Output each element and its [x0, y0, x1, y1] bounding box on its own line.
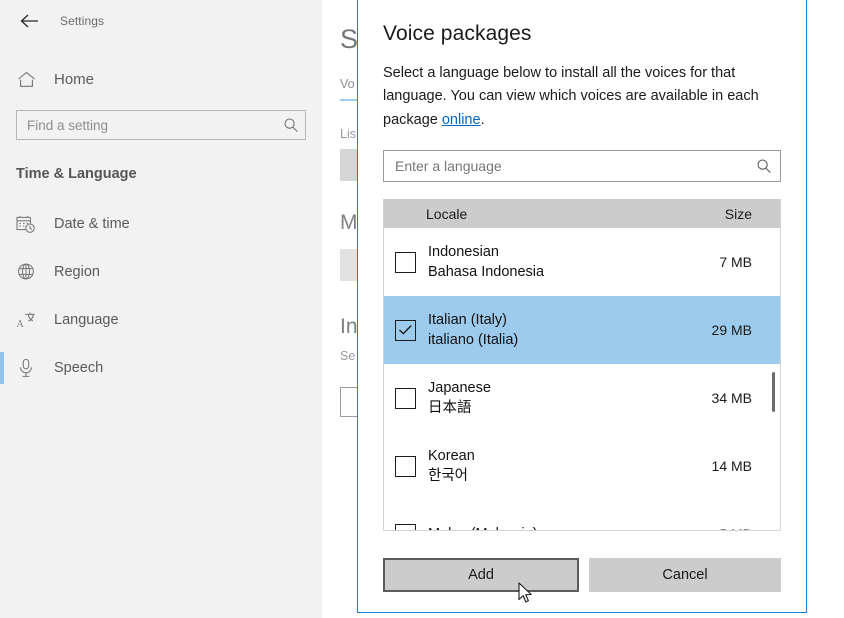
row-labels: Malay (Malaysia) [428, 525, 538, 531]
row-checkbox[interactable] [395, 455, 416, 477]
locale-rows: Indonesian Bahasa Indonesia 7 MB Italian… [384, 228, 780, 531]
column-header-size: Size [724, 205, 752, 222]
row-language-english: Korean [428, 448, 475, 465]
search-input[interactable] [27, 117, 283, 133]
row-checkbox[interactable] [395, 319, 416, 341]
sidebar-item-date-time-label: Date & time [54, 216, 130, 232]
dialog-description-text: Select a language below to install all t… [383, 65, 759, 128]
back-arrow-icon[interactable] [12, 6, 46, 36]
dialog-description: Select a language below to install all t… [383, 62, 781, 132]
row-language-native: Bahasa Indonesia [428, 263, 545, 280]
row-labels: Korean 한국어 [428, 447, 475, 486]
search-icon[interactable] [283, 117, 299, 133]
sidebar-item-language[interactable]: A Language [0, 296, 322, 344]
sidebar-item-region-label: Region [54, 264, 100, 280]
sidebar: Settings Home Find a setting Time & Lang… [0, 0, 322, 618]
row-labels: Japanese 日本語 [428, 379, 491, 418]
dialog-description-period: . [480, 111, 485, 128]
row-language-native: 日本語 [428, 399, 472, 416]
sidebar-item-speech[interactable]: Speech [0, 344, 322, 392]
add-button[interactable]: Add [383, 558, 579, 592]
title-bar: Settings [0, 0, 322, 42]
row-language-native: 한국어 [428, 467, 469, 484]
online-link[interactable]: online [442, 112, 481, 128]
table-row[interactable]: Indonesian Bahasa Indonesia 7 MB [384, 228, 780, 297]
settings-search-box[interactable] [16, 110, 306, 140]
cancel-button[interactable]: Cancel [589, 558, 781, 592]
language-icon: A [16, 310, 36, 330]
row-size: 7 MB [719, 254, 752, 271]
language-search-box[interactable] [383, 150, 781, 183]
table-row[interactable]: Japanese 日本語 34 MB [384, 364, 780, 433]
voice-packages-dialog: Voice packages Select a language below t… [357, 0, 807, 613]
screen: Settings Home Find a setting Time & Lang… [0, 0, 844, 618]
row-size: 34 MB [711, 390, 752, 407]
row-checkbox[interactable] [395, 523, 416, 531]
app-title: Settings [60, 14, 105, 28]
row-language-english: Malay (Malaysia) [428, 525, 538, 531]
calendar-clock-icon [16, 214, 36, 234]
locale-list-header: Locale Size [384, 199, 780, 229]
dialog-title: Voice packages [383, 22, 532, 45]
row-labels: Italian (Italy) italiano (Italia) [428, 311, 518, 350]
table-row[interactable]: Italian (Italy) italiano (Italia) 29 MB [384, 296, 780, 365]
table-row[interactable]: Malay (Malaysia) 5 MB [384, 500, 780, 531]
language-search-input[interactable] [395, 158, 756, 175]
sidebar-item-region[interactable]: Region [0, 248, 322, 296]
column-header-locale: Locale [426, 205, 468, 222]
row-language-english: Italian (Italy) [428, 312, 507, 329]
sidebar-item-language-label: Language [54, 312, 119, 328]
table-row[interactable]: Korean 한국어 14 MB [384, 432, 780, 501]
locale-list: Locale Size Indonesian Bahasa Indonesia … [383, 199, 781, 532]
search-icon[interactable] [756, 158, 772, 174]
sidebar-item-home-label: Home [54, 70, 95, 88]
sidebar-section-header: Time & Language [16, 166, 137, 182]
globe-icon [16, 262, 36, 282]
microphone-icon [16, 358, 36, 378]
row-labels: Indonesian Bahasa Indonesia [428, 243, 544, 282]
home-icon [16, 69, 36, 89]
row-language-english: Japanese [428, 380, 491, 397]
row-language-native: italiano (Italia) [428, 331, 519, 348]
row-size: 14 MB [711, 458, 752, 475]
row-checkbox[interactable] [395, 251, 416, 273]
sidebar-item-speech-label: Speech [54, 360, 104, 376]
list-scrollbar-thumb[interactable] [772, 372, 775, 413]
row-size: 29 MB [711, 322, 752, 339]
row-checkbox[interactable] [395, 387, 416, 409]
dialog-body: Voice packages Select a language below t… [358, 0, 806, 544]
svg-text:A: A [17, 319, 25, 330]
row-size: 5 MB [719, 526, 780, 530]
row-language-english: Indonesian [428, 244, 499, 261]
dialog-footer: Add Cancel [358, 558, 806, 592]
sidebar-item-home[interactable]: Home [0, 60, 322, 98]
sidebar-nav-list: Date & time Region A Language Speech [0, 200, 322, 392]
sidebar-item-date-time[interactable]: Date & time [0, 200, 322, 248]
